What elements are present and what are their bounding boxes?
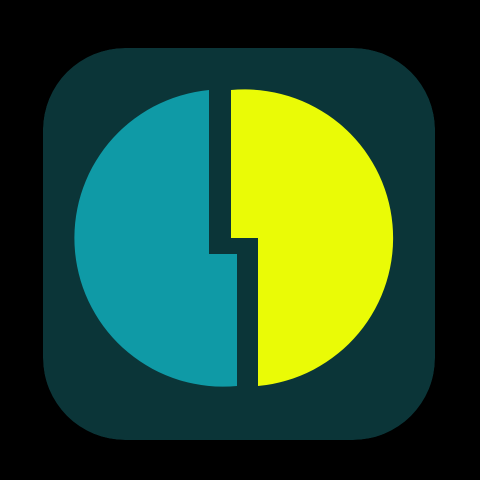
split-circle-icon (43, 48, 435, 440)
screen-background (0, 0, 480, 480)
app-icon[interactable] (43, 48, 435, 440)
